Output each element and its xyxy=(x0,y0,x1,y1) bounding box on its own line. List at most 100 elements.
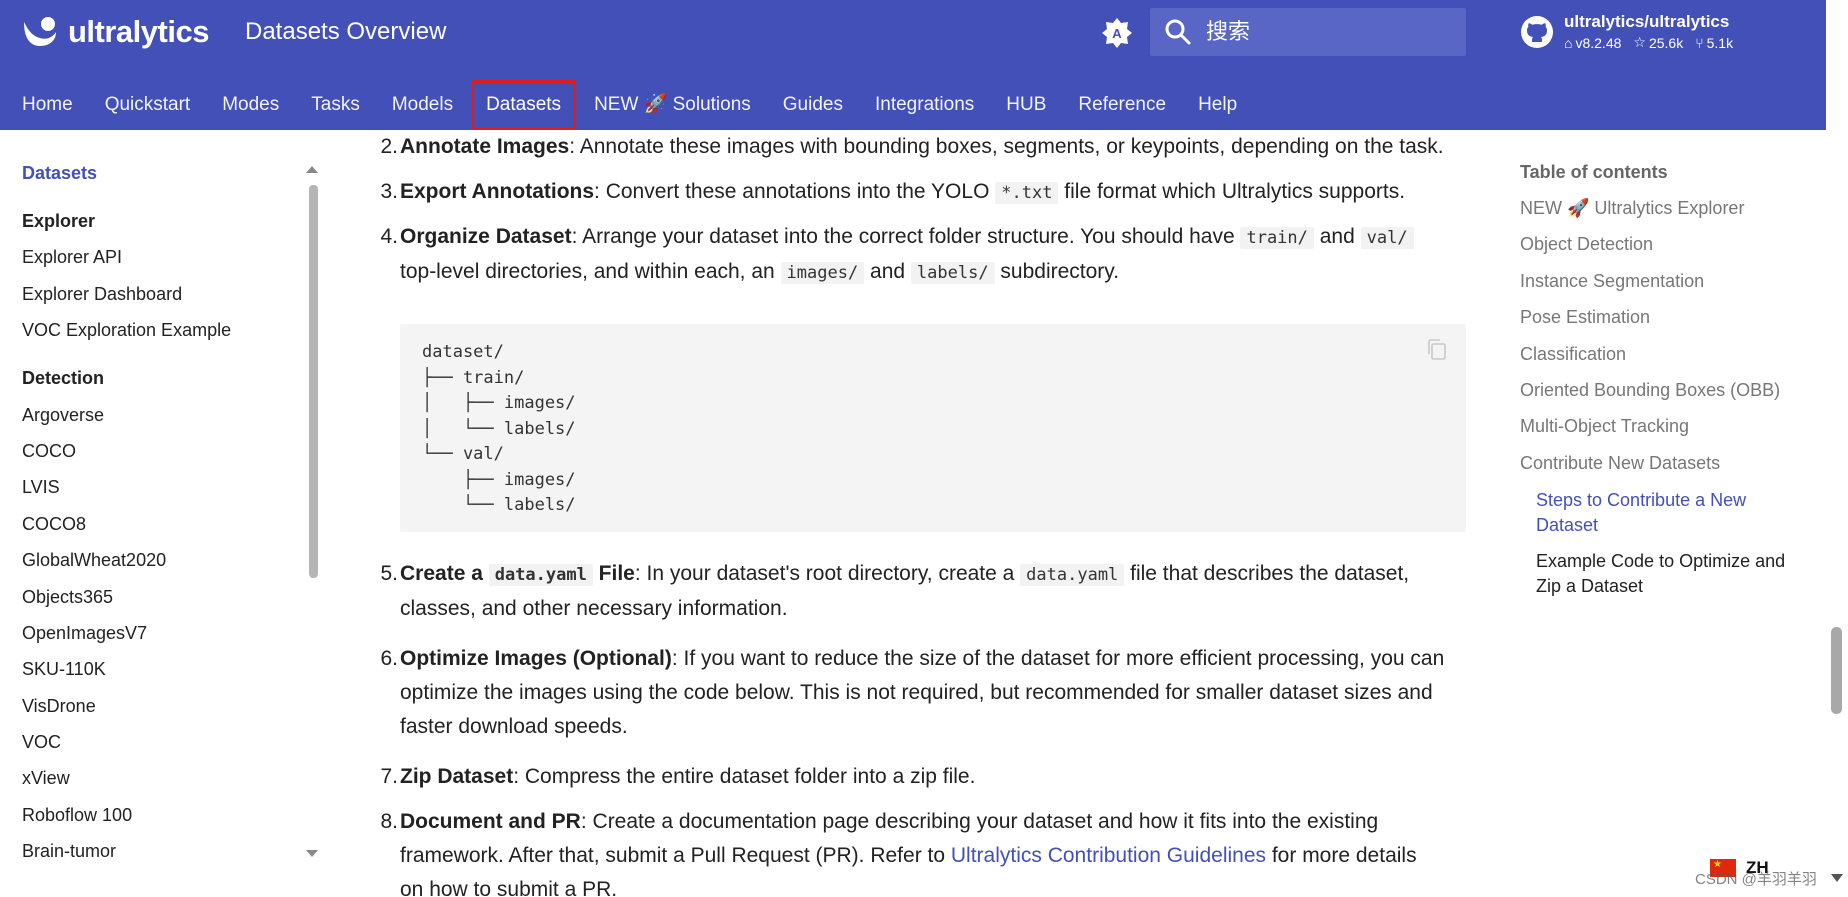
repo-stars: ☆ 25.6k xyxy=(1633,34,1684,51)
main-content: 2. Annotate Images: Annotate these image… xyxy=(360,130,1470,897)
toc-item-pose-estimation[interactable]: Pose Estimation xyxy=(1520,305,1650,330)
toc-item-label: Zip a Dataset xyxy=(1536,576,1644,596)
inline-code: data.yaml xyxy=(488,564,593,586)
sidebar-item-brain-tumor[interactable]: Brain-tumor xyxy=(22,841,116,862)
step-description: subdirectory. xyxy=(994,260,1120,283)
toc-item-contribute-new-datasets[interactable]: Contribute New Datasets xyxy=(1520,451,1720,476)
toc-item-multi-object-tracking[interactable]: Multi-Object Tracking xyxy=(1520,414,1689,439)
step-title: Document and PR xyxy=(400,810,581,833)
theme-toggle-button[interactable]: A xyxy=(1098,14,1136,52)
left-sidebar-nav: Datasets Explorer Explorer API Explorer … xyxy=(0,130,325,897)
list-number: 2. xyxy=(380,135,398,158)
inline-code: labels/ xyxy=(910,262,995,284)
list-number: 3. xyxy=(380,180,398,203)
step-description: and xyxy=(864,260,911,283)
tab-datasets[interactable]: Datasets xyxy=(471,80,577,130)
step-description: classes, and other necessary information… xyxy=(400,597,788,620)
sidebar-item-explorer-api[interactable]: Explorer API xyxy=(22,247,122,268)
tab-quickstart[interactable]: Quickstart xyxy=(89,80,207,130)
step-description: : Annotate these images with bounding bo… xyxy=(569,135,1444,158)
sidebar-scroll-up-arrow[interactable] xyxy=(306,166,318,173)
toc-item-steps-to-contribute[interactable]: Steps to Contribute a New Dataset xyxy=(1536,488,1746,538)
search-box[interactable] xyxy=(1150,8,1466,56)
sidebar-item-argoverse[interactable]: Argoverse xyxy=(22,405,104,426)
tab-home[interactable]: Home xyxy=(0,80,89,130)
tab-integrations[interactable]: Integrations xyxy=(859,80,990,130)
sidebar-item-explorer-dashboard[interactable]: Explorer Dashboard xyxy=(22,284,182,305)
page-scrollbar-track[interactable] xyxy=(1826,0,1848,897)
tab-tasks[interactable]: Tasks xyxy=(295,80,376,130)
tab-models[interactable]: Models xyxy=(376,80,469,130)
list-number: 8. xyxy=(380,810,398,833)
step-description: for more details xyxy=(1266,844,1417,867)
sidebar-scrollbar-thumb[interactable] xyxy=(309,185,318,578)
code-block-content: dataset/ ├── train/ │ ├── images/ │ └── … xyxy=(422,342,576,515)
list-number: 5. xyxy=(380,562,398,585)
toc-item-label: Dataset xyxy=(1536,515,1599,535)
step-title: Annotate Images xyxy=(400,135,570,158)
tab-guides[interactable]: Guides xyxy=(767,80,859,130)
fork-icon: ⑂ xyxy=(1695,34,1704,51)
step-description: : Create a documentation page describing… xyxy=(580,810,1379,833)
step-description: file that describes the dataset, xyxy=(1124,562,1410,585)
site-title: Datasets Overview xyxy=(245,18,447,45)
toc-item-ultralytics-explorer[interactable]: NEW 🚀 Ultralytics Explorer xyxy=(1520,196,1744,221)
step-title: Optimize Images (Optional) xyxy=(400,647,672,670)
sidebar-section-explorer[interactable]: Explorer xyxy=(22,211,95,232)
step-title: Create a data.yaml File xyxy=(400,562,635,586)
toc-item-obb[interactable]: Oriented Bounding Boxes (OBB) xyxy=(1520,378,1780,403)
toc-item-object-detection[interactable]: Object Detection xyxy=(1520,232,1653,257)
sidebar-item-lvis[interactable]: LVIS xyxy=(22,477,60,498)
step-title: Organize Dataset xyxy=(400,225,572,248)
page-scroll-down-arrow[interactable] xyxy=(1831,874,1843,882)
sidebar-item-datasets[interactable]: Datasets xyxy=(22,163,97,184)
toc-item-label: Example Code to Optimize and xyxy=(1536,551,1786,571)
ultralytics-logo-icon xyxy=(24,17,56,46)
repo-forks: ⑂ 5.1k xyxy=(1695,34,1734,51)
step-description: top-level directories, and within each, … xyxy=(400,260,781,283)
list-number: 4. xyxy=(380,225,398,248)
copy-icon[interactable] xyxy=(1426,338,1448,362)
contribution-guidelines-link[interactable]: Ultralytics Contribution Guidelines xyxy=(951,844,1266,867)
sidebar-item-sku-110k[interactable]: SKU-110K xyxy=(22,659,106,680)
toc-item-example-code-optimize[interactable]: Example Code to Optimize and Zip a Datas… xyxy=(1536,549,1785,599)
page-scrollbar-thumb[interactable] xyxy=(1831,627,1842,714)
logo-text: ultralytics xyxy=(68,14,209,49)
inline-code: val/ xyxy=(1360,227,1414,249)
sidebar-item-globalwheat2020[interactable]: GlobalWheat2020 xyxy=(22,550,166,571)
sidebar-item-coco8[interactable]: COCO8 xyxy=(22,514,86,535)
step-description: : If you want to reduce the size of the … xyxy=(671,647,1445,670)
sidebar-item-voc[interactable]: VOC xyxy=(22,732,61,753)
github-repo-link[interactable]: ultralytics/ultralytics ⌂ v8.2.48 ☆ 25.6k … xyxy=(1520,12,1733,51)
sidebar-item-objects365[interactable]: Objects365 xyxy=(22,587,113,608)
tab-hub[interactable]: HUB xyxy=(990,80,1062,130)
step-description: : In your dataset's root directory, crea… xyxy=(634,562,1021,585)
toc-item-classification[interactable]: Classification xyxy=(1520,342,1626,367)
tab-solutions[interactable]: NEW 🚀 Solutions xyxy=(578,80,767,130)
step-description: file format which Ultralytics supports. xyxy=(1058,180,1406,203)
toc-title: Table of contents xyxy=(1520,162,1668,182)
github-icon xyxy=(1521,15,1553,48)
sidebar-item-roboflow-100[interactable]: Roboflow 100 xyxy=(22,805,132,826)
tab-help[interactable]: Help xyxy=(1182,80,1253,130)
list-number: 7. xyxy=(380,765,398,788)
sidebar-item-voc-exploration[interactable]: VOC Exploration Example xyxy=(22,320,231,341)
tab-reference[interactable]: Reference xyxy=(1062,80,1182,130)
sidebar-item-openimagesv7[interactable]: OpenImagesV7 xyxy=(22,623,147,644)
repo-name: ultralytics/ultralytics xyxy=(1564,12,1730,31)
ultralytics-logo[interactable]: ultralytics xyxy=(20,14,209,50)
step-title: Zip Dataset xyxy=(400,765,514,788)
sidebar-item-coco[interactable]: COCO xyxy=(22,441,76,462)
inline-code: train/ xyxy=(1240,227,1314,249)
tab-modes[interactable]: Modes xyxy=(206,80,295,130)
sidebar-section-detection[interactable]: Detection xyxy=(22,368,104,389)
step-description: framework. After that, submit a Pull Req… xyxy=(400,844,951,867)
search-input[interactable] xyxy=(1206,19,1446,45)
toc-item-instance-segmentation[interactable]: Instance Segmentation xyxy=(1520,269,1704,294)
sidebar-item-xview[interactable]: xView xyxy=(22,768,70,789)
sidebar-scroll-down-arrow[interactable] xyxy=(306,850,318,857)
star-icon: ☆ xyxy=(1633,34,1646,50)
step-description: optimize the images using the code below… xyxy=(400,681,1433,704)
sidebar-item-visdrone[interactable]: VisDrone xyxy=(22,696,96,717)
step-description: : Arrange your dataset into the correct … xyxy=(571,225,1241,248)
